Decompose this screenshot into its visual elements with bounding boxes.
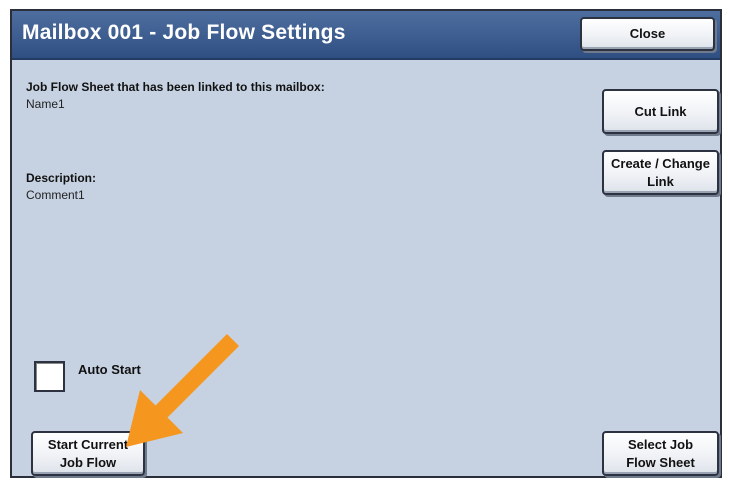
start-current-label-line2: Job Flow [59,454,117,470]
start-current-label-line1: Start Current [47,436,129,452]
close-button-label: Close [629,26,666,41]
select-sheet-label-line1: Select Job [627,436,694,452]
arrow-down-left-icon [126,333,240,447]
create-change-link-button[interactable]: Create / Change Link [602,150,719,195]
linked-sheet-value: Name1 [26,97,65,111]
select-job-flow-sheet-button[interactable]: Select Job Flow Sheet [602,431,719,476]
cut-link-button[interactable]: Cut Link [602,89,719,134]
cut-link-button-label: Cut Link [634,103,687,119]
linked-sheet-label: Job Flow Sheet that has been linked to t… [26,80,325,94]
close-button[interactable]: Close [580,17,715,51]
title-bar: Mailbox 001 - Job Flow Settings Close [12,11,720,60]
select-sheet-label-line2: Flow Sheet [626,454,695,470]
description-value: Comment1 [26,188,85,202]
page-title: Mailbox 001 - Job Flow Settings [22,21,346,44]
create-change-link-label-line1: Create / Change [611,155,710,171]
description-label: Description: [26,171,97,185]
job-flow-settings-screen: Mailbox 001 - Job Flow Settings Close Jo… [10,9,722,478]
create-change-link-label-line2: Link [647,173,674,189]
auto-start-checkbox[interactable] [34,361,65,392]
